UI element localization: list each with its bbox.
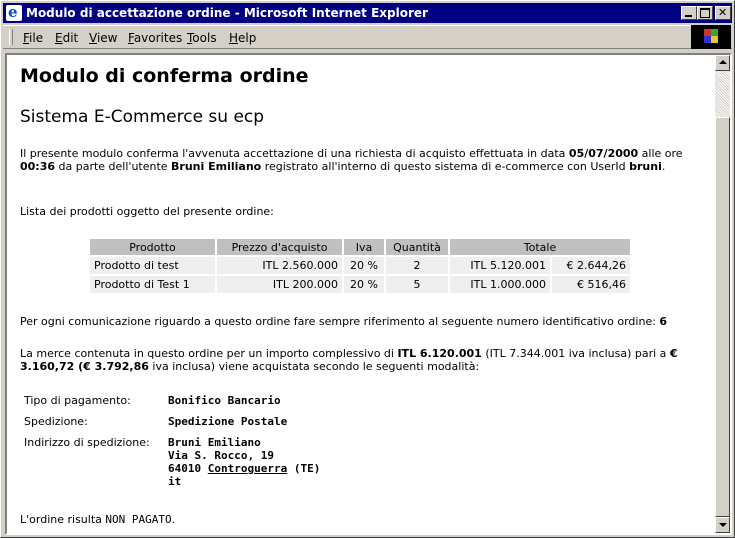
payment-status-paragraph: L'ordine risulta NON PAGATO. [20, 513, 710, 526]
address-city-line: 64010 Controguerra (TE) [168, 462, 320, 475]
shipping-label: Spedizione: [24, 415, 88, 428]
status-text: . [171, 513, 176, 526]
table-row: Prodotto di Test 1 ITL 200.000 20 % 5 IT… [90, 276, 630, 293]
product-cell: Prodotto di test [90, 257, 215, 274]
order-details-table: Tipo di pagamento: Bonifico Bancario Spe… [20, 392, 324, 490]
intro-text: da parte dell'utente [55, 160, 172, 173]
total-itl-cell: ITL 1.000.000 [450, 276, 550, 293]
menu-file[interactable]: File [23, 31, 43, 45]
column-header: Quantità [386, 239, 448, 255]
page-title: Modulo di conferma ordine [20, 65, 309, 87]
toolbar-grip[interactable] [9, 29, 13, 45]
total-eur-cell: € 516,46 [552, 276, 630, 293]
column-header: Prodotto [90, 239, 215, 255]
internet-explorer-icon: e [6, 3, 22, 21]
order-reference-paragraph: Per ogni comunicazione riguardo a questo… [20, 315, 710, 328]
column-header: Prezzo d'acquisto [217, 239, 342, 255]
reference-text: Per ogni comunicazione riguardo a questo… [20, 315, 660, 328]
total-text: iva inclusa) viene acquistata secondo le… [148, 360, 480, 373]
product-cell: Prodotto di Test 1 [90, 276, 215, 293]
window-title: Modulo di accettazione ordine - Microsof… [26, 6, 428, 20]
address-row: Indirizzo di spedizione: Bruni Emiliano … [20, 434, 324, 490]
column-header: Totale [450, 239, 630, 255]
total-text: La merce contenuta in questo ordine per … [20, 347, 398, 360]
total-text: (ITL 7.344.001 iva inclusa) pari a [481, 347, 670, 360]
payment-value: Bonifico Bancario [168, 394, 281, 407]
intro-paragraph: Il presente modulo conferma l'avvenuta a… [20, 147, 710, 173]
scroll-thumb[interactable] [715, 117, 730, 517]
quantity-cell: 2 [386, 257, 448, 274]
vat-cell: 20 % [344, 257, 384, 274]
shipping-value: Spedizione Postale [168, 415, 288, 428]
maximize-button[interactable] [697, 6, 713, 20]
amount-itl: ITL 6.120.001 [397, 347, 482, 360]
total-paragraph: La merce contenuta in questo ordine per … [20, 347, 710, 373]
windows-logo-throbber-icon [691, 25, 731, 49]
products-table: Prodotto Prezzo d'acquisto Iva Quantità … [88, 237, 632, 295]
shipping-address: Bruni Emiliano Via S. Rocco, 19 64010 Co… [164, 434, 324, 490]
address-province: (TE) [287, 462, 321, 475]
address-city: Controguerra [207, 462, 288, 475]
address-country: it [168, 475, 182, 488]
order-id: 6 [659, 315, 668, 328]
scroll-up-button[interactable] [715, 55, 730, 71]
user-id: bruni [629, 160, 662, 173]
address-zip: 64010 [168, 462, 208, 475]
menu-tools[interactable]: Tools [187, 31, 217, 45]
menu-help[interactable]: Help [229, 31, 256, 45]
intro-text: Il presente modulo conferma l'avvenuta a… [20, 147, 569, 160]
payment-row: Tipo di pagamento: Bonifico Bancario [20, 392, 324, 413]
status-text: L'ordine risulta [20, 513, 106, 526]
scroll-track[interactable] [715, 71, 730, 117]
page-subtitle: Sistema E-Commerce su ecp [20, 107, 265, 127]
menu-view[interactable]: View [89, 31, 117, 45]
product-list-intro: Lista dei prodotti oggetto del presente … [20, 205, 274, 218]
minimize-button[interactable] [681, 6, 697, 20]
payment-status: NON PAGATO [105, 513, 172, 526]
user-name: Bruni Emiliano [171, 160, 262, 173]
order-time: 00:36 [20, 160, 56, 173]
menu-edit[interactable]: Edit [55, 31, 78, 45]
shipping-row: Spedizione: Spedizione Postale [20, 413, 324, 434]
address-street: Via S. Rocco, 19 [168, 449, 274, 462]
vat-cell: 20 % [344, 276, 384, 293]
menu-bar: File Edit View Favorites Tools Help [3, 25, 732, 49]
price-cell: ITL 2.560.000 [217, 257, 342, 274]
menu-favorites[interactable]: Favorites [128, 31, 182, 45]
total-itl-cell: ITL 5.120.001 [450, 257, 550, 274]
address-label: Indirizzo di spedizione: [24, 436, 150, 449]
table-row: Prodotto di test ITL 2.560.000 20 % 2 IT… [90, 257, 630, 274]
intro-text: alle ore [638, 147, 683, 160]
table-header-row: Prodotto Prezzo d'acquisto Iva Quantità … [90, 239, 630, 255]
quantity-cell: 5 [386, 276, 448, 293]
price-cell: ITL 200.000 [217, 276, 342, 293]
page-viewport: Modulo di conferma ordine Sistema E-Comm… [5, 53, 732, 535]
title-bar[interactable]: e Modulo di accettazione ordine - Micros… [3, 3, 732, 23]
address-name: Bruni Emiliano [168, 436, 261, 449]
payment-label: Tipo di pagamento: [24, 394, 131, 407]
column-header: Iva [344, 239, 384, 255]
total-eur-cell: € 2.644,26 [552, 257, 630, 274]
order-date: 05/07/2000 [568, 147, 639, 160]
scroll-down-button[interactable] [715, 517, 730, 533]
vertical-scrollbar[interactable] [715, 55, 730, 533]
intro-text: registrato all'interno di questo sistema… [261, 160, 630, 173]
intro-text: . [661, 160, 666, 173]
browser-window: e Modulo di accettazione ordine - Micros… [0, 0, 735, 538]
close-button[interactable] [715, 6, 731, 20]
